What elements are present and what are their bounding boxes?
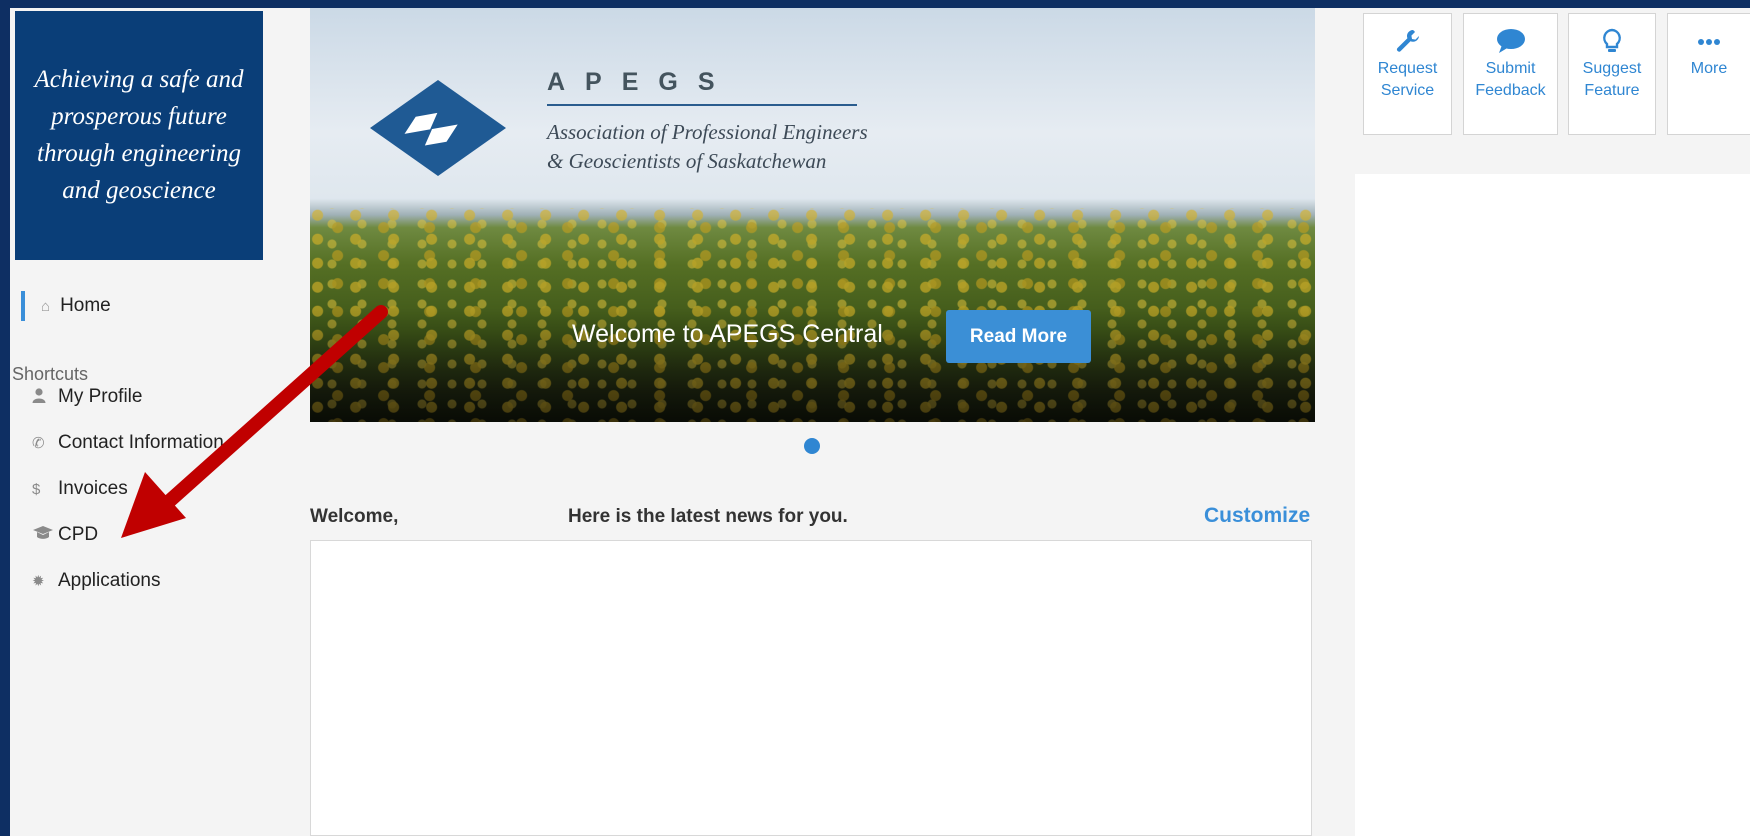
apegs-logo-icon xyxy=(368,78,508,178)
quick-action-label: Feedback xyxy=(1475,82,1546,99)
quick-action-label: Service xyxy=(1380,82,1435,99)
hero-caption: Welcome to APEGS Central xyxy=(572,320,883,348)
shortcut-applications[interactable]: ✹ Applications xyxy=(32,568,160,594)
graduation-cap-icon xyxy=(32,526,58,544)
shortcut-label: CPD xyxy=(58,524,99,545)
news-subtitle: Here is the latest news for you. xyxy=(568,506,848,527)
welcome-text: Welcome, xyxy=(310,506,399,527)
news-panel xyxy=(310,540,1312,836)
shortcut-cpd[interactable]: CPD xyxy=(32,522,98,548)
home-icon: ⌂ xyxy=(41,297,51,315)
quick-action-label: Submit xyxy=(1485,60,1536,77)
sidebar-item-label: Home xyxy=(60,295,111,316)
shortcut-label: Applications xyxy=(58,570,161,591)
brand-subtitle: Association of Professional Engineers & … xyxy=(547,118,887,176)
shortcuts-heading: Shortcuts xyxy=(12,364,89,384)
read-more-button[interactable]: Read More xyxy=(946,310,1091,363)
tagline-line: Achieving a safe and xyxy=(34,66,244,93)
user-icon xyxy=(32,387,58,407)
quick-action-label: More xyxy=(1690,60,1728,77)
tagline-line: through engineering xyxy=(37,140,241,167)
quick-action-label: Suggest xyxy=(1582,60,1642,77)
tagline-line: and geoscience xyxy=(62,177,216,204)
hero-carousel: APEGS Association of Professional Engine… xyxy=(310,8,1315,422)
tagline-banner: Achieving a safe and prosperous future t… xyxy=(15,11,263,260)
right-panel xyxy=(1355,174,1750,836)
shortcut-my-profile[interactable]: My Profile xyxy=(32,384,142,410)
wrench-icon xyxy=(1396,29,1419,52)
brand-divider xyxy=(547,104,857,106)
gear-icon: ✹ xyxy=(32,573,45,590)
tagline-line: prosperous future xyxy=(51,103,227,130)
ellipsis-icon xyxy=(1698,39,1720,45)
brand-subtitle-line: Association of Professional Engineers xyxy=(547,120,868,144)
shortcut-invoices[interactable]: $ Invoices xyxy=(32,476,128,502)
speech-bubble-icon xyxy=(1496,29,1525,53)
more-button[interactable]: More xyxy=(1667,13,1750,135)
suggest-feature-button[interactable]: Suggest Feature xyxy=(1568,13,1656,135)
quick-action-label: Request xyxy=(1377,60,1438,77)
customize-link[interactable]: Customize xyxy=(1204,504,1310,528)
lightbulb-icon xyxy=(1603,28,1621,52)
phone-icon: ✆ xyxy=(32,435,45,452)
submit-feedback-button[interactable]: Submit Feedback xyxy=(1463,13,1558,135)
app-window: Achieving a safe and prosperous future t… xyxy=(10,8,1750,836)
quick-action-label: Feature xyxy=(1584,82,1640,99)
dollar-icon: $ xyxy=(32,480,41,498)
carousel-indicator-dot[interactable] xyxy=(804,438,820,454)
request-service-button[interactable]: Request Service xyxy=(1363,13,1452,135)
brand-subtitle-line: & Geoscientists of Saskatchewan xyxy=(547,149,827,173)
sidebar-item-home[interactable]: ⌂ Home xyxy=(21,291,111,321)
sidebar: Achieving a safe and prosperous future t… xyxy=(10,8,300,836)
brand-name: APEGS xyxy=(547,68,735,96)
shortcut-label: My Profile xyxy=(58,386,143,407)
shortcut-label: Invoices xyxy=(58,478,128,499)
shortcut-contact-information[interactable]: ✆ Contact Information xyxy=(32,430,224,456)
shortcut-label: Contact Information xyxy=(58,432,224,453)
